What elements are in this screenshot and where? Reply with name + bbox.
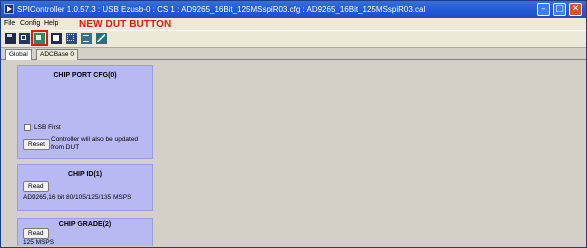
- chip-port-cfg-panel: CHIP PORT CFG(0) LSB First Reset Control…: [17, 65, 153, 159]
- menu-config[interactable]: Config: [20, 18, 40, 30]
- save-icon[interactable]: [5, 33, 16, 44]
- chip-grade-value: 125 MSPS: [23, 239, 55, 246]
- menu-help[interactable]: Help: [44, 18, 58, 30]
- app-icon: [4, 4, 14, 14]
- close-button[interactable]: ✕: [569, 3, 582, 16]
- toolbar: [1, 30, 586, 48]
- menu-file[interactable]: File: [4, 18, 15, 30]
- grid-icon[interactable]: [66, 33, 77, 44]
- list-icon[interactable]: [81, 33, 92, 44]
- maximize-button[interactable]: □: [553, 3, 566, 16]
- chip-id-value: AD9265,16 bit 80/105/125/135 MSPS: [23, 194, 132, 201]
- spi-controller-window: SPIController 1.0.57.3 : USB Ezusb-0 : C…: [0, 0, 587, 248]
- chip-port-cfg-title: CHIP PORT CFG(0): [53, 72, 117, 79]
- tab-strip: Global ADCBase 0: [1, 49, 586, 60]
- open-icon[interactable]: [51, 33, 62, 44]
- chip-id-title: CHIP ID(1): [67, 171, 103, 178]
- controller-update-note: Controller will also be updated from DUT: [51, 136, 139, 151]
- window-title: SPIController 1.0.57.3 : USB Ezusb-0 : C…: [17, 5, 426, 14]
- lsb-first-label: LSB First: [34, 124, 61, 131]
- chip-grade-read-button[interactable]: Read: [23, 228, 49, 239]
- chip-id-read-button[interactable]: Read: [23, 181, 49, 192]
- minimize-button[interactable]: –: [537, 3, 550, 16]
- chip-grade-title: CHIP GRADE(2): [58, 221, 112, 228]
- new-dut-icon[interactable]: [34, 33, 45, 44]
- lsb-first-checkbox[interactable]: [24, 124, 31, 131]
- chart-icon[interactable]: [96, 33, 107, 44]
- tab-content: CHIP PORT CFG(0) LSB First Reset Control…: [4, 61, 584, 246]
- chip-id-panel: CHIP ID(1) Read AD9265,16 bit 80/105/125…: [17, 164, 153, 211]
- chip-grade-panel: CHIP GRADE(2) Read 125 MSPS: [17, 218, 153, 246]
- tab-adcbase-0[interactable]: ADCBase 0: [36, 49, 78, 60]
- reset-button[interactable]: Reset: [23, 139, 50, 150]
- new-icon[interactable]: [19, 33, 30, 44]
- title-bar[interactable]: SPIController 1.0.57.3 : USB Ezusb-0 : C…: [1, 1, 586, 18]
- tab-global[interactable]: Global: [5, 49, 32, 60]
